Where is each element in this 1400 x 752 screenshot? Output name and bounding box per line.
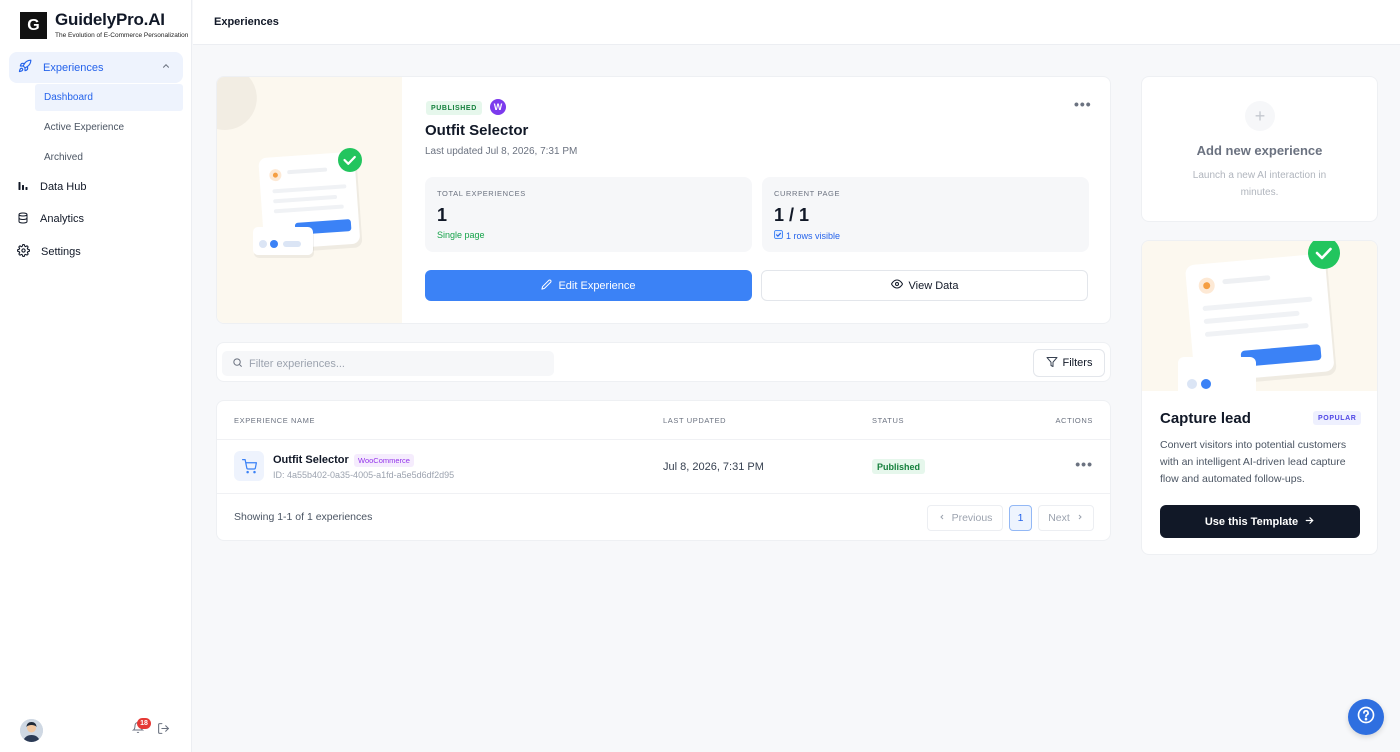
plus-icon: + [1245,101,1275,131]
stat-note: 1 rows visible [786,230,841,241]
platform-badge: WooCommerce [354,454,414,467]
button-label: Filters [1062,357,1093,369]
sidebar-item-label: Active Experience [44,122,125,133]
search-icon [232,355,243,373]
stat-note: Single page [437,230,485,240]
avatar[interactable] [20,719,43,742]
status-badge: Published [872,459,926,474]
filters-button[interactable]: Filters [1033,349,1105,377]
add-experience-title: Add new experience [1196,143,1323,158]
rocket-icon [18,59,32,76]
sidebar-item-archived[interactable]: Archived [35,144,183,171]
template-illustration [1142,241,1377,397]
button-label: Edit Experience [558,279,636,292]
nav-group-label: Experiences [43,61,104,74]
chevron-right-icon [1076,512,1084,524]
notification-badge: 18 [137,718,151,729]
help-icon [1356,705,1376,730]
topbar: Experiences [193,0,1400,45]
chevron-up-icon[interactable] [161,61,171,74]
pagination-summary: Showing 1-1 of 1 experiences [234,511,373,523]
button-label: Next [1048,512,1070,524]
page-title: Experiences [214,16,279,28]
sidebar-item-settings[interactable]: Settings [17,240,177,264]
stat-current-page: CURRENT PAGE 1 / 1 1 rows visible [762,177,1089,252]
sidebar-footer: 18 [20,718,180,742]
button-label: View Data [908,279,959,292]
use-template-button[interactable]: Use this Template [1160,505,1360,538]
next-page-button[interactable]: Next [1038,505,1094,531]
logout-icon[interactable] [157,722,170,740]
sidebar-item-dashboard[interactable]: Dashboard [35,84,183,111]
experience-id: ID: 4a55b402-0a35-4005-a1fd-a5e5d6df2d95 [273,470,455,480]
sidebar-item-data-hub[interactable]: Data Hub [17,175,177,199]
cart-icon [234,451,264,481]
experience-title: Outfit Selector [425,122,529,139]
add-experience-card[interactable]: + Add new experience Launch a new AI int… [1141,76,1378,222]
checkbox-icon [774,230,783,241]
search-field[interactable] [222,351,554,376]
stat-value: 1 / 1 [774,205,810,225]
sidebar-item-label: Archived [44,152,83,163]
logo-mark: G [20,12,47,39]
experiences-table: EXPERIENCE NAME LAST UPDATED STATUS ACTI… [216,400,1111,541]
last-updated-cell: Jul 8, 2026, 7:31 PM [663,461,764,473]
featured-experience-card: PUBLISHED W ••• Outfit Selector Last upd… [216,76,1111,324]
filter-icon [1046,356,1058,371]
database-icon [17,212,29,227]
woocommerce-icon: W [490,99,506,115]
column-header-last-updated[interactable]: LAST UPDATED [663,416,726,425]
edit-experience-button[interactable]: Edit Experience [425,270,752,301]
sidebar-item-label: Analytics [40,213,85,225]
divider [217,493,1110,494]
eye-icon [890,278,903,293]
column-header-status[interactable]: STATUS [872,416,904,425]
sidebar-item-label: Dashboard [44,92,93,103]
experience-name[interactable]: Outfit Selector [273,454,349,466]
arrow-right-icon [1304,515,1315,529]
popular-badge: POPULAR [1313,411,1362,425]
bar-chart-icon [17,180,29,195]
more-options-icon[interactable]: ••• [1074,96,1092,112]
divider [217,439,1110,440]
stat-label: TOTAL EXPERIENCES [437,189,526,198]
sidebar-item-analytics[interactable]: Analytics [17,207,177,231]
column-header-name[interactable]: EXPERIENCE NAME [234,416,315,425]
template-card: Capture lead POPULAR Convert visitors in… [1141,240,1378,555]
template-title: Capture lead [1160,410,1251,427]
brand-title: GuidelyPro.AI [55,10,165,29]
previous-page-button[interactable]: Previous [927,505,1003,531]
button-label: Previous [951,512,993,524]
stat-value: 1 [437,205,448,225]
sidebar-item-label: Data Hub [40,181,87,193]
last-updated-text: Last updated Jul 8, 2026, 7:31 PM [425,146,578,157]
stat-label: CURRENT PAGE [774,189,841,198]
chevron-left-icon [938,512,946,524]
sidebar-item-label: Settings [41,246,81,258]
view-data-button[interactable]: View Data [761,270,1088,301]
search-input[interactable] [249,357,539,370]
brand-tagline: The Evolution of E-Commerce Personalizat… [55,32,189,39]
stat-note-row: 1 rows visible [774,230,840,241]
sidebar-item-active-experience[interactable]: Active Experience [35,114,183,141]
page-button-current[interactable]: 1 [1009,505,1032,531]
button-label: Use this Template [1204,515,1299,528]
brand-logo[interactable]: G GuidelyPro.AI The Evolution of E-Comme… [20,11,188,39]
pencil-icon [541,278,552,293]
status-badge: PUBLISHED [426,101,482,115]
help-button[interactable] [1348,699,1384,735]
filter-bar: Filters [216,342,1111,382]
template-description: Convert visitors into potential customer… [1160,439,1347,485]
nav-group-experiences[interactable]: Experiences [9,52,183,83]
column-header-actions: ACTIONS [1055,416,1093,425]
row-actions-icon[interactable]: ••• [1075,456,1093,472]
add-experience-subtitle: Launch a new AI interaction in minutes. [1192,170,1327,198]
gear-icon [17,244,30,260]
stat-total-experiences: TOTAL EXPERIENCES 1 Single page [425,177,752,252]
experience-illustration [217,77,402,323]
sidebar: G GuidelyPro.AI The Evolution of E-Comme… [0,0,192,752]
